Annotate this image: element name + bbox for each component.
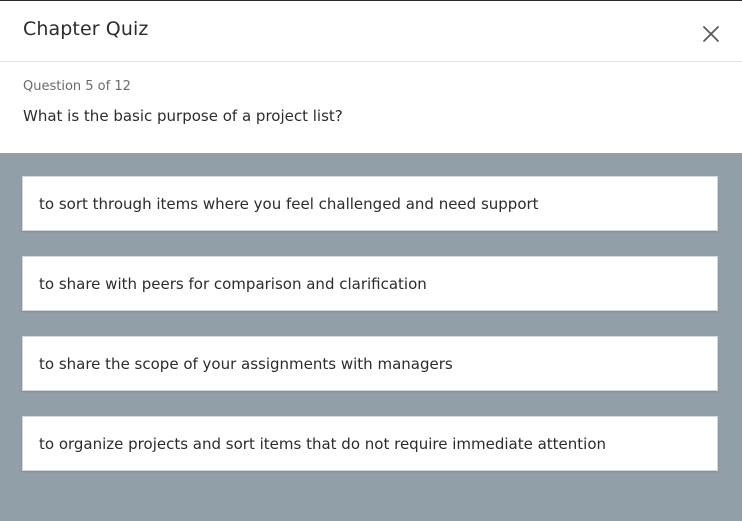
close-icon [703, 26, 719, 42]
answer-option-1[interactable]: to sort through items where you feel cha… [22, 176, 718, 231]
question-counter: Question 5 of 12 [23, 79, 131, 94]
answer-option-label: to share with peers for comparison and c… [39, 275, 427, 293]
answer-option-label: to organize projects and sort items that… [39, 435, 607, 453]
close-button[interactable] [696, 19, 726, 49]
answer-option-label: to sort through items where you feel cha… [39, 195, 539, 213]
answer-options-panel: to sort through items where you feel cha… [0, 153, 742, 521]
question-panel: Question 5 of 12 What is the basic purpo… [0, 62, 742, 153]
quiz-header: Chapter Quiz [0, 1, 742, 62]
quiz-title: Chapter Quiz [23, 18, 149, 40]
answer-option-3[interactable]: to share the scope of your assignments w… [22, 336, 718, 391]
answer-option-label: to share the scope of your assignments w… [39, 355, 453, 373]
answer-option-4[interactable]: to organize projects and sort items that… [22, 416, 718, 471]
answer-option-2[interactable]: to share with peers for comparison and c… [22, 256, 718, 311]
question-text: What is the basic purpose of a project l… [23, 107, 343, 125]
